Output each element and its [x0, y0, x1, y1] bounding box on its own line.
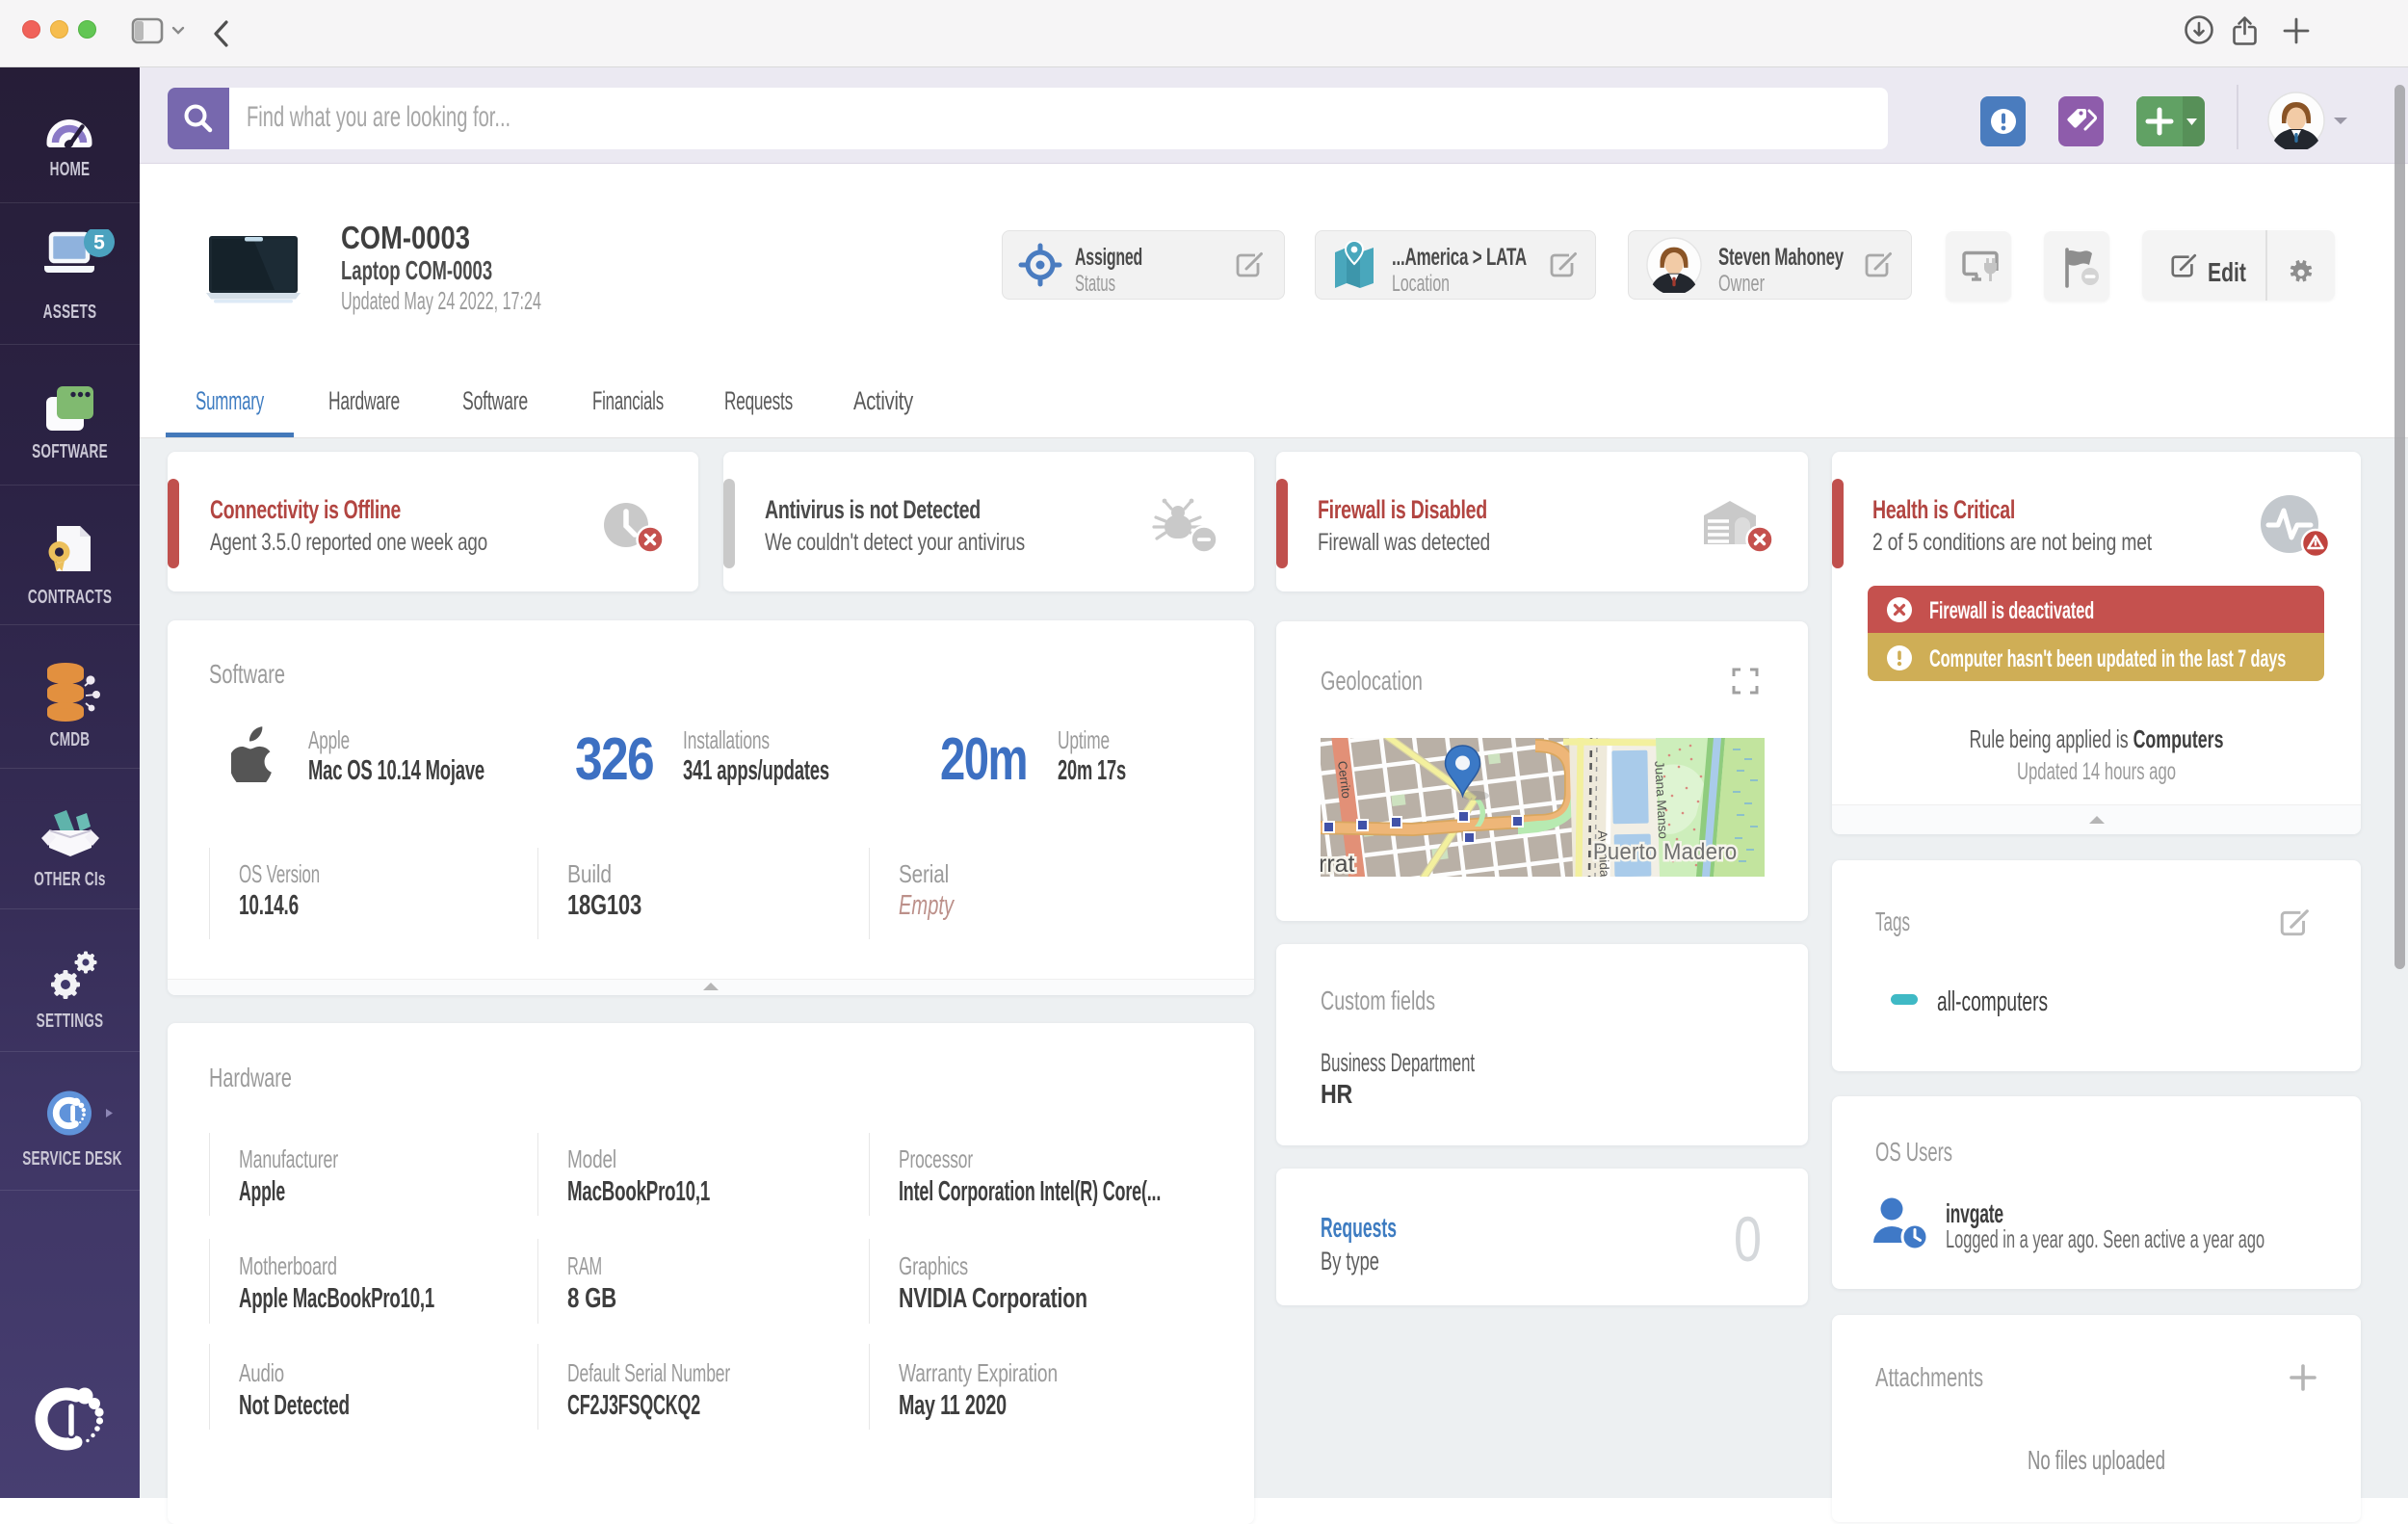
svg-text:rrat: rrat — [1321, 851, 1355, 877]
svg-text:5: 5 — [93, 232, 105, 254]
svg-text:Puerto Madero: Puerto Madero — [1593, 838, 1738, 864]
